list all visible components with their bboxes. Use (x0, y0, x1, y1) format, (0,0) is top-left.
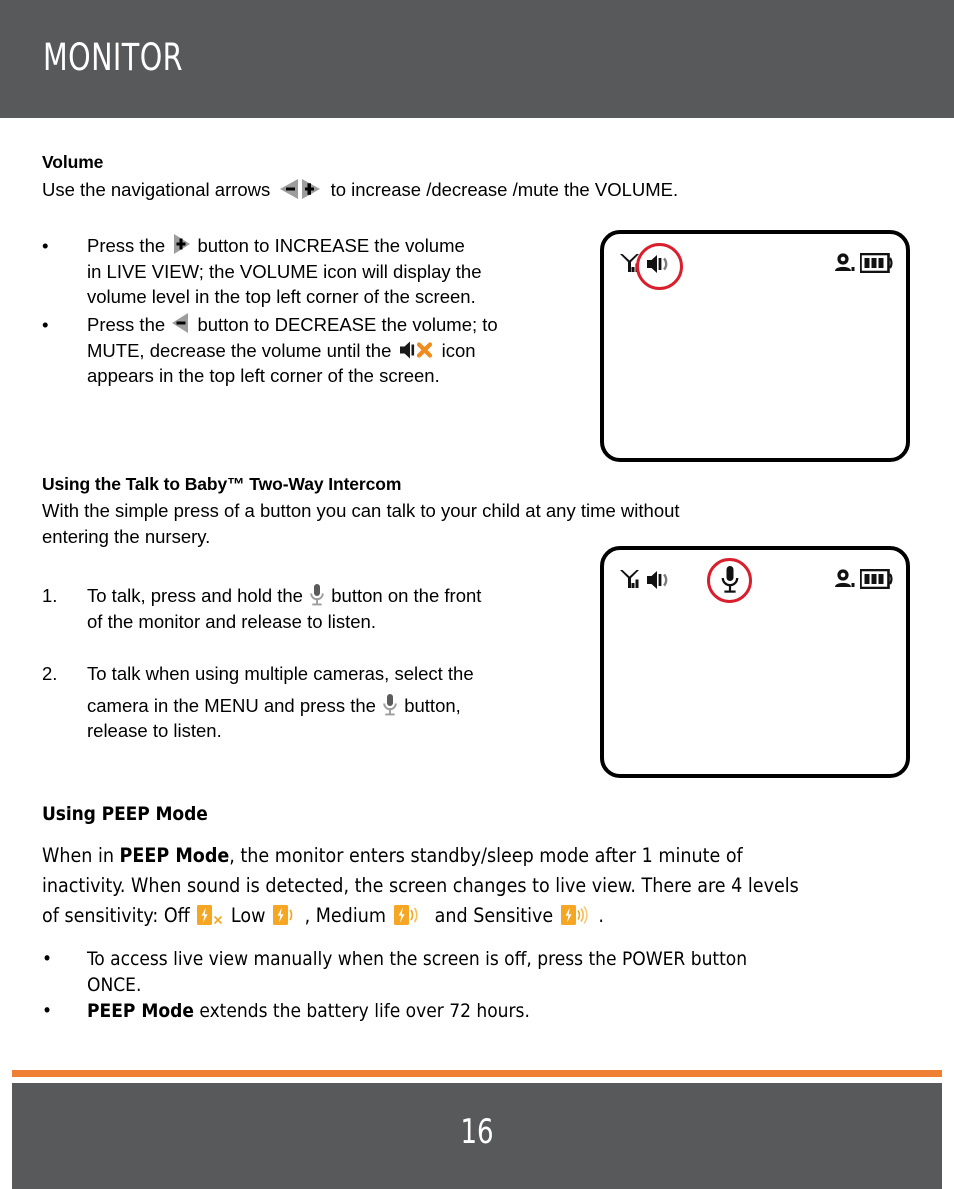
peep-bullet-1-line-2: ONCE. (87, 974, 142, 996)
volume-bullet-2-line-1: Press the button to DECREASE the volume;… (87, 312, 587, 338)
sensitivity-level-low-label: Low (230, 904, 266, 927)
sensitivity-level-off-label: Off (163, 904, 190, 927)
bullet-marker: • (42, 1000, 53, 1022)
plus-arrow-icon (170, 234, 192, 254)
peep-bullet-1: • To access live view manually when the … (42, 946, 942, 998)
bullet-marker: • (42, 235, 49, 256)
screen-status-bar (604, 558, 906, 603)
peep-medium-icon (393, 903, 423, 927)
speaker-on-icon (646, 569, 674, 596)
intercom-paragraph: With the simple press of a button you ca… (42, 498, 922, 549)
peep-bullet-1-line-1: To access live view manually when the sc… (87, 948, 748, 970)
peep-off-icon (196, 903, 224, 927)
battery-icon (859, 568, 894, 594)
intercom-item-2-line-3: release to listen. (87, 720, 222, 741)
volume-bullet-2-line-2: MUTE, decrease the volume until the icon (87, 338, 587, 364)
sensitivity-and-word: and (434, 904, 468, 927)
microphone-icon-highlight-ring (707, 558, 752, 603)
intercom-screen-mockup (600, 546, 910, 778)
page-number: 16 (460, 1112, 494, 1152)
peep-line1-prefix: When in (42, 844, 120, 867)
sensitivity-terminator: . (598, 904, 604, 927)
text-after-icon: button on the front (331, 585, 482, 606)
volume-heading: Volume (42, 152, 104, 172)
list-number: 1. (42, 585, 58, 606)
volume-screen-mockup (600, 230, 910, 462)
camera-icon (832, 252, 856, 279)
intercom-paragraph-line-1: With the simple press of a button you ca… (42, 500, 680, 521)
microphone-icon (308, 583, 326, 607)
intercom-item-2-line-2: camera in the MENU and press the button, (87, 693, 587, 719)
microphone-icon (381, 693, 399, 717)
peep-sensitive-icon (560, 903, 592, 927)
volume-bullet-1-line-2: in LIVE VIEW; the VOLUME icon will displ… (87, 260, 482, 282)
intercom-item-1-line-2: of the monitor and release to listen. (87, 610, 376, 632)
peep-low-icon (272, 903, 298, 927)
peep-bullet-2: • PEEP Mode extends the battery life ove… (42, 998, 942, 1024)
list-number: 2. (42, 663, 58, 684)
signal-icon (618, 568, 640, 597)
intercom-heading: Using the Talk to Baby™ Two-Way Intercom (42, 474, 402, 494)
peep-bullet-2-rest: extends the battery life over 72 hours. (193, 1000, 530, 1022)
peep-paragraph-line-1: When in PEEP Mode, the monitor enters st… (42, 841, 932, 871)
peep-line1-suffix: , the monitor enters standby/sleep mode … (229, 844, 743, 867)
peep-sensitivity-line: of sensitivity: Off Low , Medium and Sen… (42, 901, 932, 931)
footer-divider-rule (12, 1070, 942, 1077)
minus-arrow-icon (170, 313, 192, 333)
camera-icon (832, 568, 856, 595)
intercom-item-2: 2. To talk when using multiple cameras, … (42, 661, 587, 744)
text-after-icon: icon (441, 339, 476, 361)
text-after-icon: button to INCREASE the volume (197, 235, 465, 256)
bullet-marker: • (42, 948, 53, 970)
peep-mode-bold: PEEP Mode (119, 844, 230, 867)
text-before-icon: Press the (87, 235, 166, 256)
volume-bullet-1-line-1: Press the button to INCREASE the volume (87, 233, 582, 259)
sensitivity-prefix: of sensitivity: (42, 904, 159, 927)
intercom-item-1-line-1: To talk, press and hold the button on th… (87, 583, 587, 609)
volume-bullet-2-line-3: appears in the top left corner of the sc… (87, 365, 440, 386)
screen-status-bar (604, 243, 906, 290)
peep-paragraph-line-2: inactivity. When sound is detected, the … (42, 874, 799, 897)
intercom-item-2-line-1: To talk when using multiple cameras, sel… (87, 663, 474, 684)
volume-intro-before: Use the navigational arrows (42, 179, 271, 200)
peep-mode-bold: PEEP Mode (87, 1000, 194, 1022)
text-before-icon: Press the (87, 314, 166, 335)
volume-bullet-1: • Press the button to INCREASE the volum… (42, 233, 582, 310)
volume-icon-highlight-ring (636, 243, 683, 290)
text-before-icon: MUTE, decrease the volume until the (87, 339, 392, 361)
speaker-mute-icon (399, 339, 435, 361)
sensitivity-separator: , (304, 904, 311, 927)
peep-heading: Using PEEP Mode (42, 803, 208, 825)
volume-intro-line: Use the navigational arrows to increase … (42, 177, 678, 203)
peep-paragraph: When in PEEP Mode, the monitor enters st… (42, 841, 932, 931)
text-after-icon: button, (404, 694, 461, 716)
bullet-marker: • (42, 314, 49, 335)
sensitivity-level-medium-label: Medium (315, 904, 386, 927)
text-before-icon: camera in the MENU and press the (87, 694, 376, 716)
volume-bullet-2: • Press the button to DECREASE the volum… (42, 312, 587, 389)
sensitivity-level-sensitive-label: Sensitive (473, 904, 554, 927)
battery-icon (859, 252, 894, 278)
nav-arrows-icon (278, 178, 322, 200)
text-after-icon: button to DECREASE the volume; to (197, 314, 498, 335)
intercom-item-1: 1. To talk, press and hold the button on… (42, 583, 587, 634)
page-content: Volume Use the navigational arrows to in… (0, 0, 954, 1189)
volume-bullet-1-line-3: volume level in the top left corner of t… (87, 286, 476, 307)
volume-intro-after: to increase /decrease /mute the VOLUME. (330, 179, 679, 200)
text-before-icon: To talk, press and hold the (87, 585, 303, 606)
